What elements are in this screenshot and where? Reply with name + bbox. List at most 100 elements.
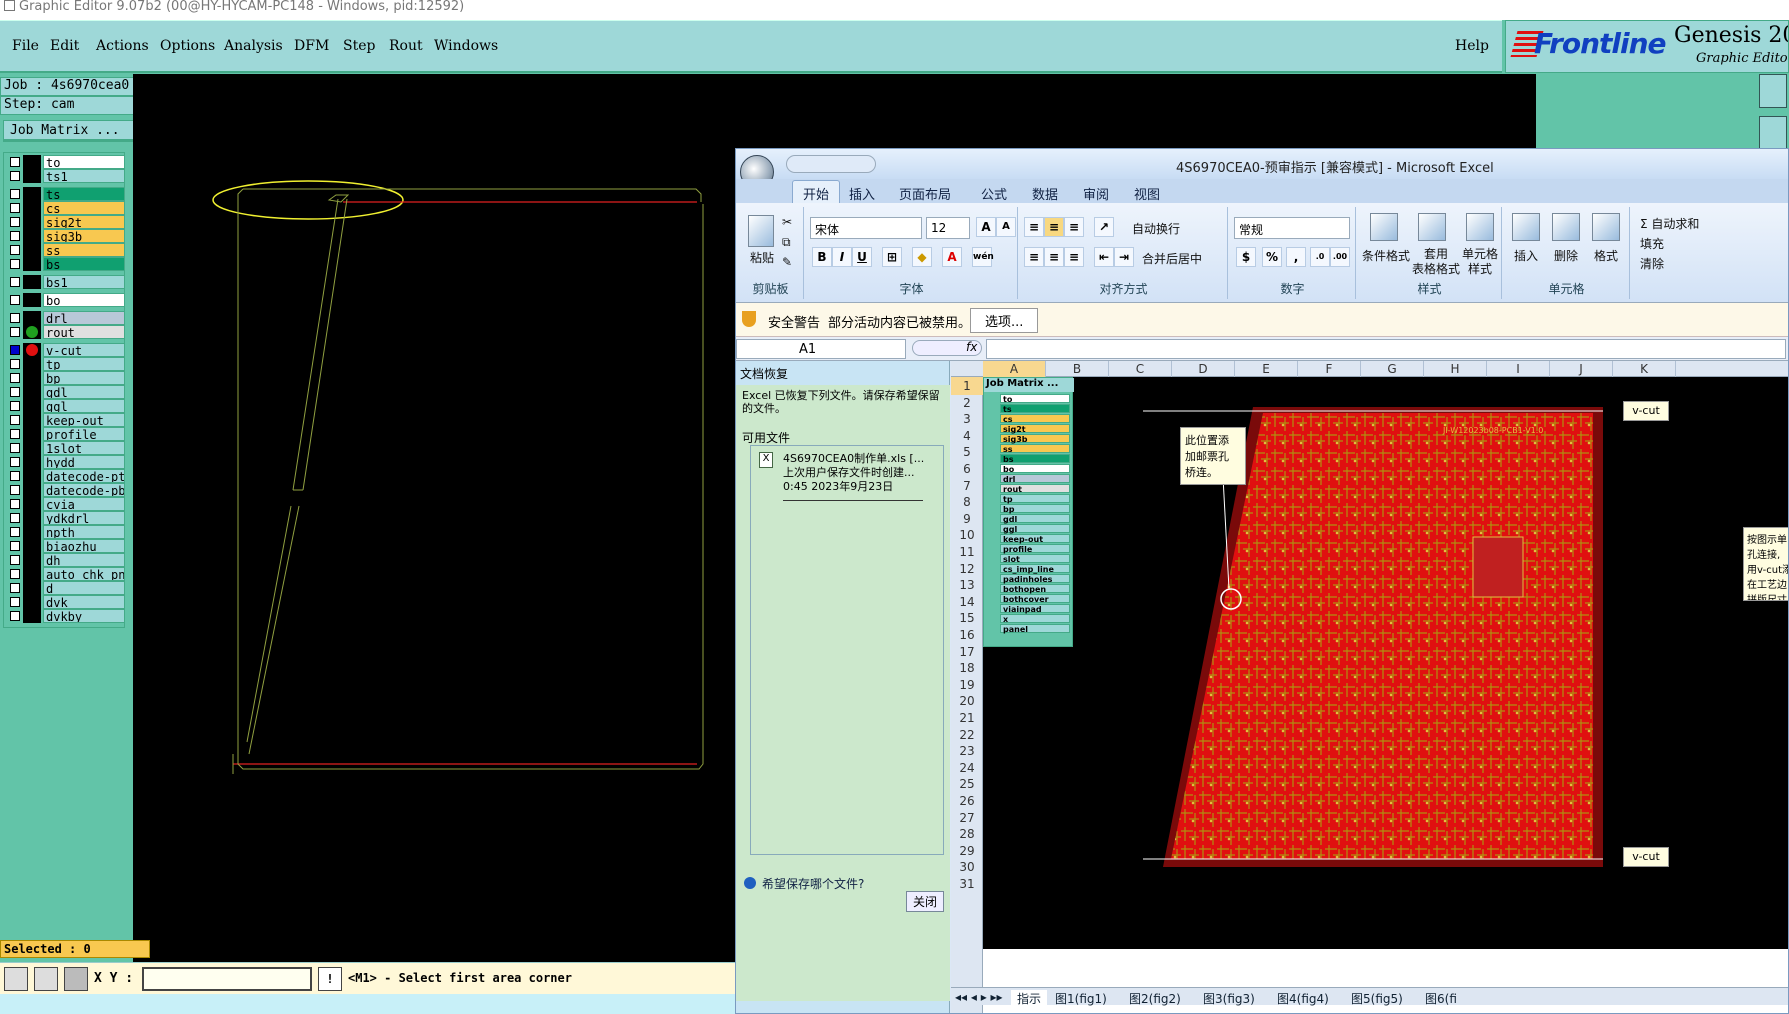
fx-icon[interactable]: fx — [966, 340, 977, 354]
tab-formulas[interactable]: 公式 — [981, 184, 1007, 203]
layer-row[interactable]: biaozhu — [7, 539, 125, 553]
column-header[interactable]: C — [1109, 361, 1172, 377]
menu-edit[interactable]: Edit — [50, 38, 79, 54]
layer-checkbox[interactable] — [10, 611, 20, 621]
grow-font-icon[interactable]: A — [976, 217, 996, 237]
paste-button[interactable]: 粘贴 — [750, 249, 774, 266]
tab-view[interactable]: 视图 — [1134, 184, 1160, 203]
row-header[interactable]: 15 — [951, 609, 983, 627]
menu-analysis[interactable]: Analysis — [224, 38, 283, 54]
layer-row[interactable]: rout — [7, 325, 125, 339]
row-header[interactable]: 3 — [951, 410, 983, 428]
layer-checkbox[interactable] — [10, 327, 20, 337]
increase-indent-icon[interactable]: ⇥ — [1114, 247, 1134, 267]
row-header[interactable]: 7 — [951, 477, 983, 495]
column-header[interactable]: B — [1046, 361, 1109, 377]
job-matrix-button[interactable]: Job Matrix ... — [3, 120, 148, 142]
row-header[interactable]: 29 — [951, 842, 983, 860]
increase-decimal-icon[interactable]: .0 — [1310, 247, 1330, 267]
layer-checkbox[interactable] — [10, 555, 20, 565]
layer-checkbox[interactable] — [10, 295, 20, 305]
delete-cells-button[interactable]: 删除 — [1554, 247, 1578, 264]
layer-checkbox[interactable] — [10, 217, 20, 227]
shrink-font-icon[interactable]: A — [996, 217, 1016, 237]
autosum-button[interactable]: Σ 自动求和 — [1640, 215, 1699, 232]
layer-checkbox[interactable] — [10, 429, 20, 439]
layer-row[interactable]: auto_chk_pnl — [7, 567, 125, 581]
align-left-icon[interactable]: ≡ — [1024, 247, 1044, 267]
column-header[interactable]: E — [1235, 361, 1298, 377]
which-file-link[interactable]: 希望保存哪个文件? — [762, 875, 864, 892]
layer-checkbox[interactable] — [10, 157, 20, 167]
layer-checkbox[interactable] — [10, 443, 20, 453]
insert-cells-button[interactable]: 插入 — [1514, 247, 1538, 264]
layer-row[interactable]: ss — [7, 243, 125, 257]
layer-row[interactable]: dvkby — [7, 609, 125, 623]
row-header[interactable]: 4 — [951, 427, 983, 445]
table-format-button[interactable]: 套用 表格格式 — [1412, 247, 1460, 277]
tab-insert[interactable]: 插入 — [849, 184, 875, 203]
layer-row[interactable]: ggl — [7, 399, 125, 413]
percent-icon[interactable]: % — [1262, 247, 1282, 267]
layer-checkbox[interactable] — [10, 583, 20, 593]
layer-checkbox[interactable] — [10, 313, 20, 323]
menu-dfm[interactable]: DFM — [294, 38, 329, 54]
border-icon[interactable]: ⊞ — [882, 247, 902, 267]
format-cells-icon[interactable] — [1592, 213, 1620, 241]
row-header[interactable]: 13 — [951, 576, 983, 594]
font-name-combo[interactable]: 宋体 — [810, 217, 922, 239]
layer-row[interactable]: dh — [7, 553, 125, 567]
row-header[interactable]: 6 — [951, 460, 983, 478]
cell-style-button[interactable]: 单元格 样式 — [1462, 247, 1498, 277]
tab-review[interactable]: 审阅 — [1083, 184, 1109, 203]
column-header[interactable]: H — [1424, 361, 1487, 377]
merge-center-button[interactable]: 合并后居中 — [1142, 250, 1202, 267]
measure-button[interactable] — [34, 967, 58, 991]
layer-checkbox[interactable] — [10, 189, 20, 199]
sheet-tab[interactable]: 图2(fig2) — [1129, 990, 1181, 1007]
layer-checkbox[interactable] — [10, 541, 20, 551]
comma-icon[interactable]: , — [1286, 247, 1306, 267]
close-recovery-button[interactable]: 关闭 — [906, 891, 945, 912]
align-top-icon[interactable]: ≡ — [1024, 217, 1044, 237]
bold-icon[interactable]: B — [812, 247, 832, 267]
row-header[interactable]: 21 — [951, 709, 983, 727]
layer-row[interactable]: hydd — [7, 455, 125, 469]
quick-access-toolbar[interactable] — [786, 155, 876, 173]
toolbar-button-1[interactable] — [1759, 74, 1787, 108]
tab-data[interactable]: 数据 — [1032, 184, 1058, 203]
grid-button[interactable] — [64, 967, 88, 991]
layer-row[interactable]: tp — [7, 357, 125, 371]
menu-file[interactable]: File — [12, 38, 39, 54]
layer-row[interactable]: bo — [7, 293, 125, 307]
row-header[interactable]: 20 — [951, 692, 983, 710]
layer-checkbox[interactable] — [10, 245, 20, 255]
column-header[interactable]: A — [983, 361, 1046, 377]
column-header[interactable]: F — [1298, 361, 1361, 377]
sheet-tab[interactable]: 图3(fig3) — [1203, 990, 1255, 1007]
sheet-tab[interactable]: 指示 — [1011, 990, 1048, 1007]
row-header[interactable]: 27 — [951, 809, 983, 827]
layer-checkbox[interactable] — [10, 359, 20, 369]
layer-checkbox[interactable] — [10, 171, 20, 181]
wrap-text-button[interactable]: 自动换行 — [1132, 220, 1180, 237]
layer-row[interactable]: sig2t — [7, 215, 125, 229]
row-header[interactable]: 14 — [951, 593, 983, 611]
row-header[interactable]: 1 — [951, 377, 983, 395]
cell-style-icon[interactable] — [1466, 213, 1494, 241]
spreadsheet-grid[interactable]: ABCDEFGHIJK 1 2 3 4 5 6 7 8 9 10 11 12 13 14 15 16 17 18 1… — [951, 361, 1788, 1013]
layer-row[interactable]: cvia — [7, 497, 125, 511]
layer-checkbox[interactable] — [10, 387, 20, 397]
layer-checkbox[interactable] — [10, 345, 20, 355]
menu-help[interactable]: Help — [1455, 38, 1489, 54]
layer-row[interactable]: drl — [7, 311, 125, 325]
row-header[interactable]: 19 — [951, 676, 983, 694]
font-size-combo[interactable]: 12 — [926, 217, 970, 239]
row-header[interactable]: 26 — [951, 792, 983, 810]
menu-actions[interactable]: Actions — [96, 38, 149, 54]
layer-row[interactable]: bp — [7, 371, 125, 385]
row-header[interactable]: 9 — [951, 510, 983, 528]
row-header[interactable]: 18 — [951, 659, 983, 677]
clear-button[interactable]: 清除 — [1640, 255, 1664, 272]
layer-row[interactable]: datecode-pbo — [7, 483, 125, 497]
